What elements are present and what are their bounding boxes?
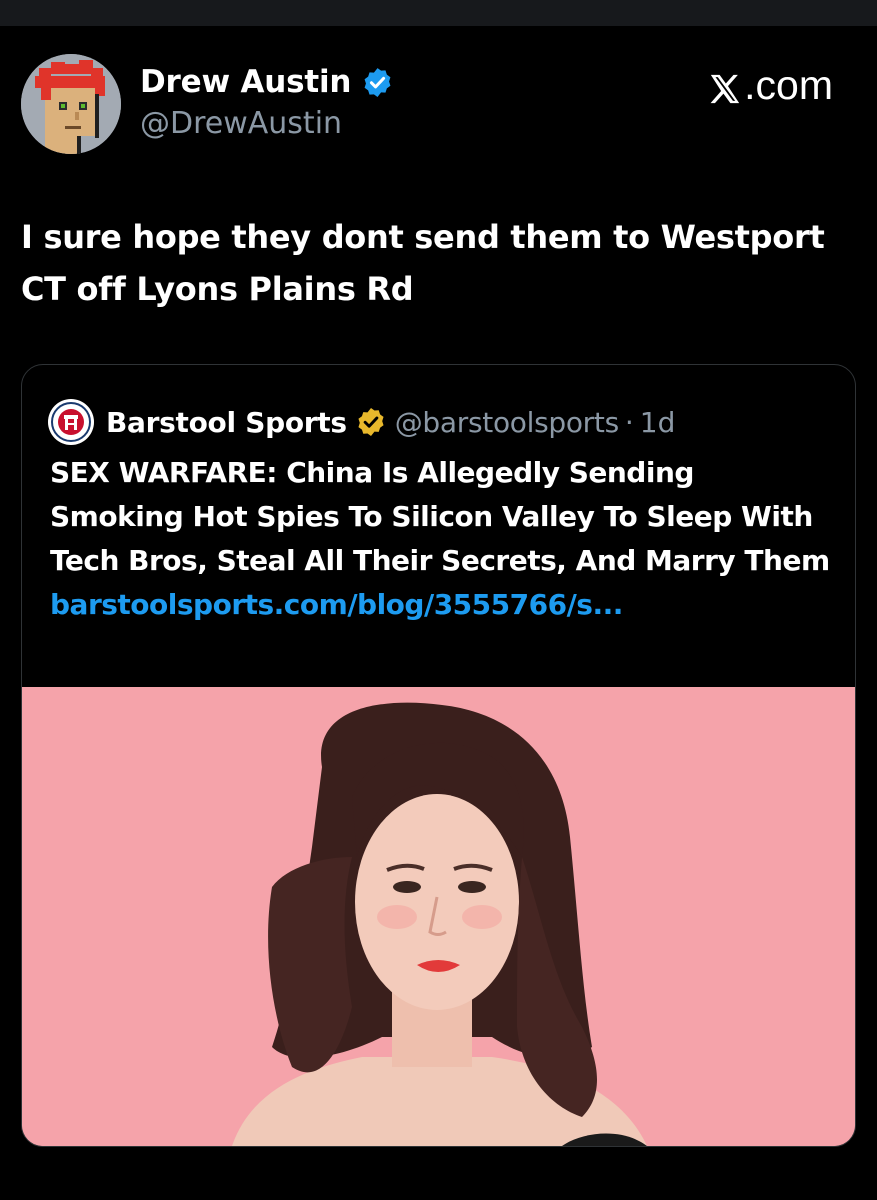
barstool-logo-icon[interactable]: [48, 399, 94, 445]
status-bar: [0, 0, 877, 26]
separator-dot: ·: [624, 405, 634, 439]
quoted-timestamp[interactable]: 1d: [640, 406, 676, 439]
woman-portrait-photo-icon: [22, 687, 855, 1146]
quoted-text: SEX WARFARE: China Is Allegedly Sending …: [50, 451, 830, 627]
quoted-author-handle[interactable]: @barstoolsports: [395, 406, 619, 439]
x-logo-icon: [708, 69, 742, 103]
quoted-tweet-card[interactable]: Barstool Sports @barstoolsports · 1d SEX…: [21, 364, 856, 1147]
author-name-row[interactable]: Drew Austin: [140, 64, 394, 100]
tweet-text: I sure hope they dont send them to Westp…: [21, 218, 825, 308]
gold-verified-badge-icon: [355, 406, 387, 438]
quoted-media-image[interactable]: [22, 687, 855, 1146]
brand-watermark: .com: [708, 62, 833, 109]
author-name[interactable]: Drew Austin: [140, 64, 352, 100]
author-handle[interactable]: @DrewAustin: [140, 106, 342, 141]
quoted-headline: SEX WARFARE: China Is Allegedly Sending …: [50, 456, 830, 577]
quoted-header: Barstool Sports @barstoolsports · 1d: [48, 399, 675, 445]
verified-badge-icon: [361, 66, 394, 99]
quoted-author-name[interactable]: Barstool Sports: [106, 406, 347, 439]
avatar[interactable]: [21, 54, 121, 154]
brand-label: .com: [744, 62, 833, 108]
pixel-punk-avatar-icon: [21, 54, 121, 154]
quoted-link[interactable]: barstoolsports.com/blog/3555766/s...: [50, 588, 623, 621]
